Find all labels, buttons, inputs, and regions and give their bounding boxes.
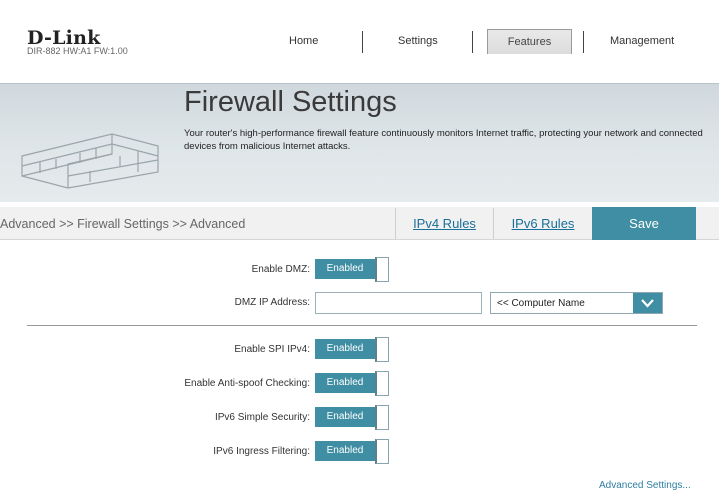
antispoof-label: Enable Anti-spoof Checking: xyxy=(184,378,310,389)
spi-toggle-state: Enabled xyxy=(315,339,375,359)
nav-management[interactable]: Management xyxy=(610,35,674,47)
save-button[interactable]: Save xyxy=(592,207,696,240)
ipv6-ingress-filtering-toggle[interactable]: Enabled xyxy=(315,439,391,464)
device-info: DIR-882 HW:A1 FW:1.00 xyxy=(27,46,128,56)
antispoof-toggle[interactable]: Enabled xyxy=(315,371,391,396)
tab-ipv4-rules[interactable]: IPv4 Rules xyxy=(395,208,493,239)
ipv6-ingress-filtering-label: IPv6 Ingress Filtering: xyxy=(213,446,310,457)
section-divider xyxy=(27,325,697,326)
dmz-toggle-state: Enabled xyxy=(315,259,375,279)
antispoof-toggle-state: Enabled xyxy=(315,373,375,393)
ipv6-simple-security-toggle[interactable]: Enabled xyxy=(315,405,391,430)
ipv6-simple-security-state: Enabled xyxy=(315,407,375,427)
page-title: Firewall Settings xyxy=(184,86,397,118)
dmz-label: Enable DMZ: xyxy=(251,264,310,275)
nav-separator xyxy=(472,31,473,53)
computer-name-select-value: << Computer Name xyxy=(497,298,585,309)
dropdown-button[interactable] xyxy=(633,293,662,313)
spi-label: Enable SPI IPv4: xyxy=(234,344,310,355)
nav-settings[interactable]: Settings xyxy=(398,35,438,47)
nav-features[interactable]: Features xyxy=(487,29,572,54)
brick-wall-icon xyxy=(21,133,159,189)
nav-separator xyxy=(362,31,363,53)
breadcrumb-bar: Advanced >> Firewall Settings >> Advance… xyxy=(0,207,719,240)
toggle-knob xyxy=(375,257,389,282)
chevron-down-icon xyxy=(641,299,654,308)
page-banner: Firewall Settings Your router's high-per… xyxy=(0,83,719,202)
dmz-ip-input[interactable] xyxy=(315,292,482,314)
toggle-knob xyxy=(375,439,389,464)
breadcrumb: Advanced >> Firewall Settings >> Advance… xyxy=(0,217,246,231)
top-navigation: D-Link DIR-882 HW:A1 FW:1.00 Home Settin… xyxy=(0,0,719,83)
ipv6-ingress-filtering-state: Enabled xyxy=(315,441,375,461)
dmz-toggle[interactable]: Enabled xyxy=(315,257,391,282)
page-description: Your router's high-performance firewall … xyxy=(184,128,703,152)
computer-name-select[interactable]: << Computer Name xyxy=(490,292,663,314)
toggle-knob xyxy=(375,337,389,362)
toggle-knob xyxy=(375,371,389,396)
nav-separator xyxy=(583,31,584,53)
toggle-knob xyxy=(375,405,389,430)
spi-toggle[interactable]: Enabled xyxy=(315,337,391,362)
tab-ipv6-rules[interactable]: IPv6 Rules xyxy=(493,208,592,239)
dmz-ip-label: DMZ IP Address: xyxy=(234,297,310,308)
ipv6-simple-security-label: IPv6 Simple Security: xyxy=(214,412,310,423)
advanced-settings-link[interactable]: Advanced Settings... xyxy=(599,480,691,491)
nav-home[interactable]: Home xyxy=(289,35,318,47)
